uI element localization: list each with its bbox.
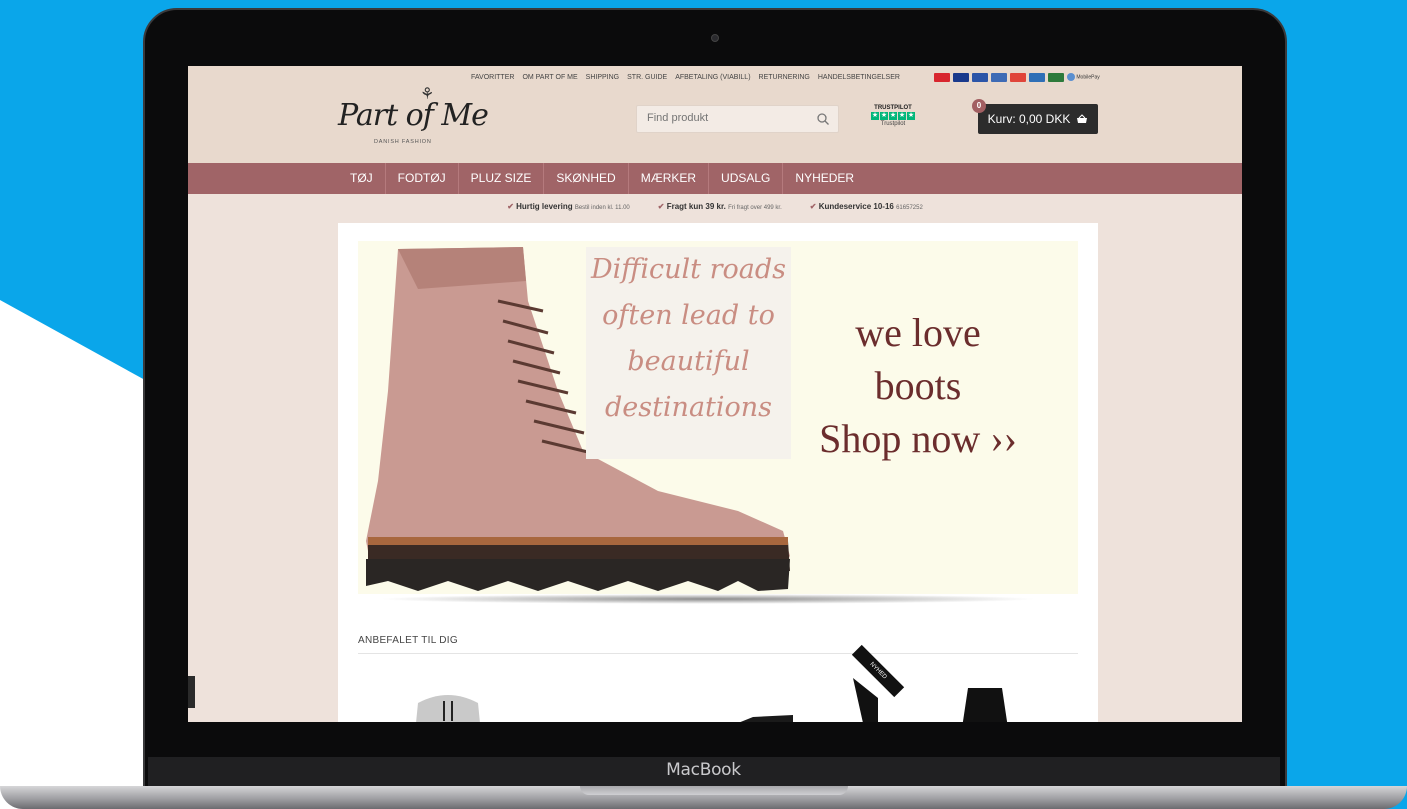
- mastercard-icon: [1010, 73, 1026, 82]
- usp-sub: Bestil inden kl. 11.00: [574, 205, 630, 211]
- usp-title: Fragt kun 39 kr.: [666, 202, 726, 211]
- star-icon: ★: [871, 112, 879, 120]
- cart-label: Kurv: 0,00 DKK: [987, 112, 1071, 126]
- toplink-returnering[interactable]: RETURNERING: [759, 74, 810, 81]
- check-icon: ✔: [657, 202, 665, 211]
- star-icon: ★: [889, 112, 897, 120]
- product-image-hoodie[interactable]: [406, 693, 491, 722]
- amex-icon: [1029, 73, 1045, 82]
- usp-sub: Fri fragt over 499 kr.: [728, 205, 782, 211]
- cta-line: boots: [874, 363, 962, 408]
- star-icon: ★: [898, 112, 906, 120]
- banner-shadow: [378, 594, 1038, 604]
- side-tab[interactable]: [188, 676, 195, 708]
- search-input[interactable]: [647, 112, 807, 124]
- usp-bar: ✔ Hurtig levering Bestil inden kl. 11.00…: [188, 202, 1242, 211]
- cart-count-badge: 0: [972, 99, 986, 113]
- camera-icon: [711, 34, 719, 42]
- logo-subtitle: DANISH FASHION: [374, 139, 432, 145]
- nav-item-maerker[interactable]: MÆRKER: [629, 163, 710, 194]
- quote-line: beautiful: [627, 346, 750, 377]
- trustpilot-widget[interactable]: TRUSTPILOT ★ ★ ★ ★ ★ Trustpilot: [868, 105, 918, 127]
- nav-item-nyheder[interactable]: NYHEDER: [783, 163, 866, 194]
- hero-banner[interactable]: Difficult roads often lead to beautiful …: [358, 241, 1078, 594]
- visa-icon: [953, 73, 969, 82]
- check-icon: ✔: [507, 202, 514, 211]
- top-links: FAVORITTER OM PART OF ME SHIPPING STR. G…: [471, 74, 900, 81]
- nav-item-fodtoj[interactable]: FODTØJ: [386, 163, 459, 194]
- star-icon: ★: [907, 112, 915, 120]
- usp-item: ✔ Hurtig levering Bestil inden kl. 11.00: [507, 202, 630, 211]
- search-box: [636, 105, 839, 133]
- main-navigation: TØJ FODTØJ PLUZ SIZE SKØNHED MÆRKER UDSA…: [188, 163, 1242, 194]
- cta-line: we love: [855, 310, 981, 355]
- laptop-notch: [580, 786, 848, 795]
- trustpilot-label: Trustpilot: [880, 121, 906, 127]
- nav-item-pluz-size[interactable]: PLUZ SIZE: [459, 163, 545, 194]
- banner-cta[interactable]: we love boots Shop now ››: [798, 306, 1038, 465]
- toplink-str-guide[interactable]: STR. GUIDE: [627, 74, 667, 81]
- section-title: ANBEFALET TIL DIG: [358, 635, 458, 646]
- banner-quote: Difficult roads often lead to beautiful …: [586, 247, 791, 431]
- main-content: Difficult roads often lead to beautiful …: [338, 223, 1098, 722]
- cart-button[interactable]: Kurv: 0,00 DKK: [978, 104, 1098, 134]
- search-icon[interactable]: [816, 112, 830, 126]
- nav-item-toj[interactable]: TØJ: [338, 163, 386, 194]
- toplink-afbetaling[interactable]: AFBETALING (VIABILL): [675, 74, 750, 81]
- payment-icons: MobilePay: [934, 73, 1100, 82]
- toplink-shipping[interactable]: SHIPPING: [586, 74, 619, 81]
- product-image-skirt[interactable]: [960, 688, 1010, 722]
- product-image-shoe[interactable]: [733, 713, 793, 722]
- quote-line: destinations: [604, 392, 773, 423]
- usp-item: ✔ Fragt kun 39 kr. Fri fragt over 499 kr…: [658, 202, 782, 211]
- usp-item: ✔ Kundeservice 10-16 61657252: [810, 202, 923, 211]
- toplink-handelsbetingelser[interactable]: HANDELSBETINGELSER: [818, 74, 900, 81]
- toplink-om[interactable]: OM PART OF ME: [522, 74, 577, 81]
- browser-screen: FAVORITTER OM PART OF ME SHIPPING STR. G…: [188, 66, 1242, 722]
- nav-item-skonhed[interactable]: SKØNHED: [544, 163, 629, 194]
- nav-item-udsalg[interactable]: UDSALG: [709, 163, 784, 194]
- star-icon: ★: [880, 112, 888, 120]
- check-icon: ✔: [809, 202, 817, 211]
- visa-electron-icon: [972, 73, 988, 82]
- usp-title: Hurtig levering: [516, 202, 573, 211]
- usp-title: Kundeservice 10-16: [818, 202, 894, 211]
- product-image-top[interactable]: [833, 668, 908, 722]
- mobilepay-label: MobilePay: [1076, 74, 1100, 81]
- quote-line: Difficult roads: [590, 254, 787, 285]
- usp-sub: 61657252: [896, 205, 923, 211]
- shop-now-link[interactable]: Shop now ››: [798, 412, 1038, 465]
- dankort-icon: [934, 73, 950, 82]
- section-divider: [358, 653, 1078, 654]
- site-header: FAVORITTER OM PART OF ME SHIPPING STR. G…: [188, 66, 1242, 163]
- trustpilot-title: TRUSTPILOT: [874, 105, 912, 111]
- quote-line: often lead to: [602, 300, 775, 331]
- trustpilot-stars: ★ ★ ★ ★ ★: [868, 112, 918, 120]
- jcb-icon: [1048, 73, 1064, 82]
- site-logo[interactable]: Part of Me: [338, 98, 489, 133]
- mobilepay-icon: MobilePay: [1067, 73, 1100, 82]
- maestro-icon: [991, 73, 1007, 82]
- toplink-favoritter[interactable]: FAVORITTER: [471, 74, 514, 81]
- device-label: MacBook: [666, 760, 741, 780]
- basket-icon: [1077, 114, 1088, 123]
